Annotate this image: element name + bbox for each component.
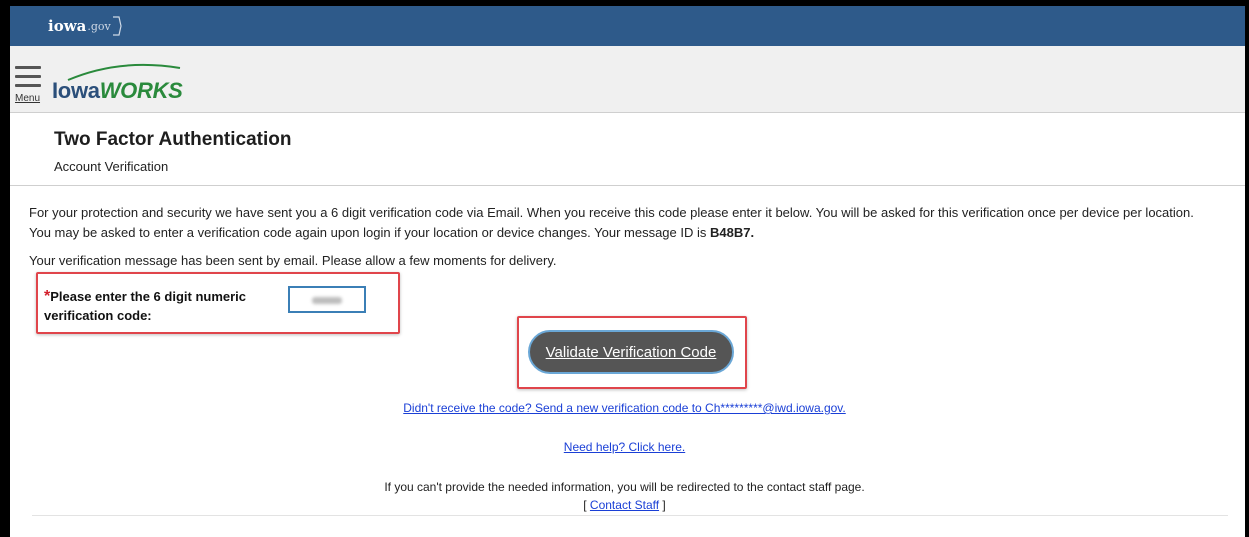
iowa-gov-logo-link[interactable]: iowa .gov bbox=[48, 14, 122, 38]
logo-iowa: Iowa bbox=[52, 78, 100, 103]
iowaworks-logo[interactable]: IowaWORKS bbox=[50, 56, 190, 106]
code-field-label-text: Please enter the 6 digit numeric verific… bbox=[44, 289, 247, 323]
intro-line-1: For your protection and security we have… bbox=[29, 205, 1194, 220]
hamburger-icon-bar bbox=[15, 84, 41, 87]
iowa-gov-logo-word: iowa bbox=[48, 17, 87, 35]
menu-label: Menu bbox=[15, 93, 41, 104]
redacted-code-value bbox=[312, 297, 342, 304]
divider bbox=[32, 515, 1228, 516]
contact-staff-link[interactable]: Contact Staff bbox=[590, 498, 659, 512]
page-title: Two Factor Authentication bbox=[54, 129, 292, 150]
hamburger-icon-bar bbox=[15, 75, 41, 78]
iowa-gov-top-bar: iowa .gov bbox=[10, 6, 1245, 46]
iowa-gov-logo-tld: .gov bbox=[87, 19, 111, 33]
menu-button[interactable]: Menu bbox=[15, 62, 43, 104]
validate-verification-code-button[interactable]: Validate Verification Code bbox=[528, 330, 734, 374]
verification-code-input[interactable] bbox=[288, 286, 366, 313]
intro-line-2: You may be asked to enter a verification… bbox=[29, 225, 710, 240]
screenshot-frame-left bbox=[0, 0, 10, 537]
logo-text: IowaWORKS bbox=[52, 78, 183, 104]
cant-provide-note: If you can't provide the needed informat… bbox=[384, 480, 865, 494]
help-row: Need help? Click here. bbox=[0, 440, 1249, 454]
logo-works: WORKS bbox=[99, 78, 183, 103]
contact-bracket-open: [ bbox=[583, 498, 590, 512]
screenshot-frame-right bbox=[1245, 0, 1249, 537]
sent-note: Your verification message has been sent … bbox=[29, 253, 557, 268]
state-outline-icon bbox=[112, 16, 122, 36]
intro-paragraph: For your protection and security we have… bbox=[29, 203, 1239, 243]
site-header: Menu IowaWORKS bbox=[10, 46, 1245, 113]
message-id: B48B7. bbox=[710, 225, 755, 240]
hamburger-icon bbox=[15, 66, 41, 69]
resend-code-row: Didn't receive the code? Send a new veri… bbox=[0, 401, 1249, 415]
page-subtitle: Account Verification bbox=[54, 159, 169, 174]
contact-staff-row: [ Contact Staff ] bbox=[0, 498, 1249, 512]
contact-bracket-close: ] bbox=[659, 498, 666, 512]
code-field-label: *Please enter the 6 digit numeric verifi… bbox=[44, 287, 264, 325]
page-title-area: Two Factor Authentication Account Verifi… bbox=[10, 113, 1245, 186]
need-help-link[interactable]: Need help? Click here. bbox=[564, 440, 685, 454]
resend-code-link[interactable]: Didn't receive the code? Send a new veri… bbox=[403, 401, 846, 415]
